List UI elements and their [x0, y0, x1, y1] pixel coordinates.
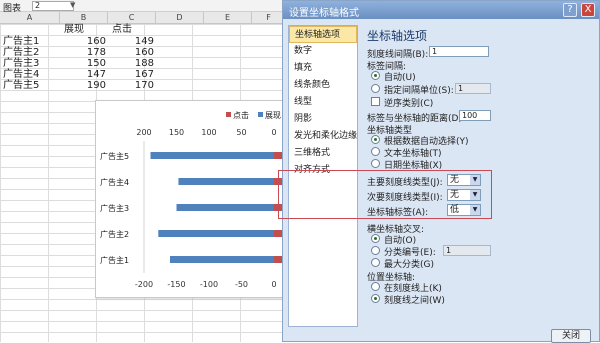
specify-input[interactable]: 1 [455, 83, 491, 94]
name-box-dropdown-icon[interactable]: ▼ [70, 1, 75, 9]
click-cell[interactable]: 170 [116, 80, 154, 91]
category-label: 广告主4 [100, 177, 129, 187]
legend-label: 展现 [265, 111, 281, 120]
row-name-cell[interactable]: 广告主2 [3, 47, 39, 58]
bottom-tick-label: -100 [200, 280, 218, 289]
header-cell-show[interactable]: 展现 [64, 24, 84, 35]
cross-auto-radio[interactable] [371, 234, 380, 243]
position-on-tick-radio[interactable] [371, 282, 380, 291]
column-header-f[interactable]: F [252, 12, 286, 24]
show-cell[interactable]: 178 [68, 47, 106, 58]
bar-show [176, 204, 274, 211]
bar-show [170, 256, 274, 263]
cross-max-label: 最大分类(G) [384, 260, 434, 270]
nav-number[interactable]: 数字 [289, 43, 357, 60]
bar-show [158, 230, 274, 237]
axis-type-date-radio[interactable] [371, 159, 380, 168]
category-label: 广告主3 [100, 203, 129, 213]
top-tick-label: 150 [169, 128, 184, 137]
bar-show [178, 178, 274, 185]
bottom-tick-label: -150 [167, 280, 185, 289]
chart-canvas[interactable]: 点击 展现 200 150 100 50 0 -200 -150 -100 -50 0 广告主5 广告主4… [96, 101, 295, 298]
row-name-cell[interactable]: 广告主3 [3, 58, 39, 69]
legend-label: 点击 [233, 110, 249, 120]
name-box-bar: 图表 2 ▼ [0, 0, 286, 14]
row-name-cell[interactable]: 广告主4 [3, 69, 39, 80]
bar-chart[interactable]: 点击 展现 200 150 100 50 0 -200 -150 -100 -50 0 广告主5 广告主4… [95, 100, 295, 298]
column-header-e[interactable]: E [204, 12, 252, 24]
show-cell[interactable]: 147 [68, 69, 106, 80]
position-between-radio[interactable] [371, 294, 380, 303]
cross-category-radio[interactable] [371, 246, 380, 255]
cross-max-radio[interactable] [371, 258, 380, 267]
column-header-a[interactable]: A [0, 12, 60, 24]
bottom-tick-label: 0 [271, 280, 276, 289]
bottom-tick-label: -50 [235, 280, 248, 289]
row-name-cell[interactable]: 广告主1 [3, 36, 39, 47]
auto-label: 自动(U) [384, 73, 416, 83]
column-header-b[interactable]: B [60, 12, 108, 24]
bottom-tick-label: -200 [135, 280, 153, 289]
dialog-title: 设置坐标轴格式 [289, 8, 359, 19]
highlight-box [278, 170, 492, 219]
cross-category-input[interactable]: 1 [443, 245, 491, 256]
top-tick-label: 100 [201, 128, 216, 137]
show-cell[interactable]: 190 [68, 80, 106, 91]
click-cell[interactable]: 188 [116, 58, 154, 69]
row-name-cell[interactable]: 广告主5 [3, 80, 39, 91]
category-label: 广告主5 [100, 151, 129, 161]
top-tick-label: 200 [136, 128, 151, 137]
click-cell[interactable]: 160 [116, 47, 154, 58]
name-box-input[interactable]: 2 [32, 1, 74, 11]
show-cell[interactable]: 160 [68, 36, 106, 47]
tick-interval-input[interactable]: 1 [429, 46, 489, 57]
top-tick-label: 50 [236, 128, 246, 137]
category-label: 广告主1 [100, 255, 129, 265]
help-button[interactable]: ? [563, 3, 577, 17]
auto-radio[interactable] [371, 71, 380, 80]
category-label: 广告主2 [100, 229, 129, 239]
specify-label: 指定间隔单位(S): [384, 86, 454, 96]
close-button[interactable]: 关闭 [551, 329, 591, 343]
click-cell[interactable]: 149 [116, 36, 154, 47]
legend-swatch [258, 112, 263, 117]
section-title: 坐标轴选项 [367, 29, 428, 43]
column-header-d[interactable]: D [156, 12, 204, 24]
column-header-c[interactable]: C [108, 12, 156, 24]
nav-line-style[interactable]: 线型 [289, 94, 357, 111]
axis-type-text-radio[interactable] [371, 147, 380, 156]
show-cell[interactable]: 150 [68, 58, 106, 69]
reverse-checkbox[interactable] [371, 97, 380, 106]
axis-type-auto-radio[interactable] [371, 135, 380, 144]
nav-glow[interactable]: 发光和柔化边缘 [289, 128, 357, 145]
position-between-label: 刻度线之间(W) [384, 296, 445, 306]
dialog-titlebar[interactable]: 设置坐标轴格式 ? X [283, 1, 599, 19]
nav-axis-options[interactable]: 坐标轴选项 [289, 26, 357, 43]
specify-radio[interactable] [371, 84, 380, 93]
label-distance-input[interactable]: 100 [459, 110, 491, 121]
header-cell-click[interactable]: 点击 [112, 24, 132, 35]
nav-3d-format[interactable]: 三维格式 [289, 145, 357, 162]
nav-fill[interactable]: 填充 [289, 60, 357, 77]
close-x-button[interactable]: X [581, 3, 595, 17]
reverse-label: 逆序类别(C) [384, 99, 434, 109]
click-cell[interactable]: 167 [116, 69, 154, 80]
nav-shadow[interactable]: 阴影 [289, 111, 357, 128]
top-tick-label: 0 [271, 128, 276, 137]
legend-swatch [226, 112, 231, 117]
nav-line-color[interactable]: 线条颜色 [289, 77, 357, 94]
bar-show [150, 152, 274, 159]
